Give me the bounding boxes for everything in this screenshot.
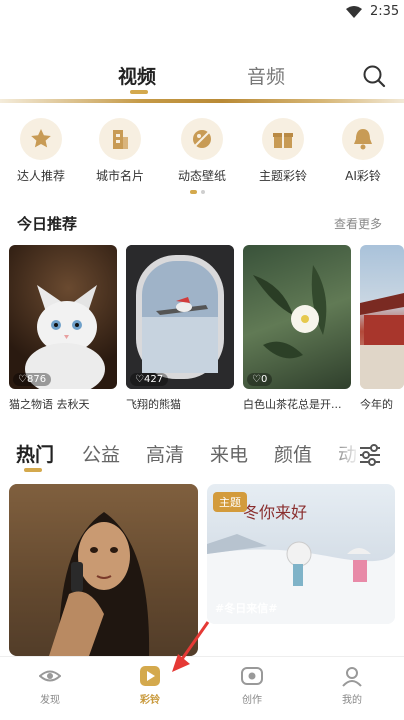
feed-card[interactable]: 冬你来好 主题 #冬日来信# xyxy=(207,484,395,624)
rec-thumbnail: ♡876 xyxy=(9,245,117,389)
like-value: 876 xyxy=(26,374,47,385)
nav-create[interactable]: 创作 xyxy=(222,665,282,706)
like-value: 0 xyxy=(260,374,268,385)
palace-image xyxy=(360,293,404,389)
kitten-image xyxy=(25,285,105,389)
nav-ringtone[interactable]: 彩铃 xyxy=(120,665,180,706)
tab-video[interactable]: 视频 xyxy=(118,62,156,89)
rec-card[interactable]: ♡876 猫之物语 去秋天 xyxy=(9,245,117,412)
category-row: 达人推荐 城市名片 动态壁纸 主题彩铃 AI彩铃 xyxy=(0,118,404,186)
search-icon[interactable] xyxy=(362,64,386,88)
nav-label: 发现 xyxy=(40,695,60,706)
nav-discover[interactable]: 发现 xyxy=(20,665,80,706)
nav-label: 彩铃 xyxy=(140,695,160,706)
category-label: 动态壁纸 xyxy=(177,169,226,183)
wifi-icon xyxy=(346,6,362,18)
tab-hd[interactable]: 高清 xyxy=(146,440,184,467)
category-city[interactable]: 城市名片 xyxy=(81,118,159,184)
like-value: 427 xyxy=(143,374,164,385)
feed-card[interactable] xyxy=(9,484,198,656)
rec-card[interactable]: ♡0 白色山茶花总是开... xyxy=(243,245,351,412)
bell-icon xyxy=(342,118,384,160)
category-label: 达人推荐 xyxy=(16,169,65,183)
nav-profile[interactable]: 我的 xyxy=(322,665,382,706)
camera-icon xyxy=(241,667,263,685)
page-indicator xyxy=(190,190,220,196)
camellia-image xyxy=(253,265,327,359)
theme-badge: 主题 xyxy=(213,492,247,512)
tab-hot[interactable]: 热门 xyxy=(16,440,54,467)
eye-icon xyxy=(39,670,61,682)
rec-thumbnail: ♡427 xyxy=(126,245,234,389)
rec-caption: 今年的 xyxy=(360,398,393,411)
bottom-nav: 发现 彩铃 创作 我的 xyxy=(0,656,404,720)
rec-caption: 猫之物语 去秋天 xyxy=(9,398,90,411)
rec-thumbnail: ♡0 xyxy=(243,245,351,389)
filter-sliders-icon[interactable] xyxy=(357,442,383,468)
active-tab-indicator xyxy=(130,90,148,94)
rec-caption: 白色山茶花总是开... xyxy=(243,398,342,411)
building-icon xyxy=(99,118,141,160)
nav-label: 创作 xyxy=(242,695,262,706)
wallpaper-icon xyxy=(181,118,223,160)
profile-icon xyxy=(342,667,362,687)
play-icon xyxy=(140,666,160,686)
category-talent[interactable]: 达人推荐 xyxy=(2,118,80,184)
tab-charity[interactable]: 公益 xyxy=(82,440,120,467)
tabs-fade xyxy=(330,438,360,472)
card-art-text: 冬你来好 xyxy=(243,503,307,522)
category-theme[interactable]: 主题彩铃 xyxy=(244,118,322,184)
content-tabs: 热门 公益 高清 来电 颜值 动 xyxy=(0,438,404,478)
status-bar: 2:35 xyxy=(0,0,404,24)
header-divider xyxy=(0,99,404,103)
portrait-image xyxy=(9,484,198,656)
tab-looks[interactable]: 颜值 xyxy=(274,440,312,467)
tab-incoming-call[interactable]: 来电 xyxy=(210,440,248,467)
like-count: ♡876 xyxy=(13,373,52,386)
star-badge-icon xyxy=(20,118,62,160)
like-count: ♡0 xyxy=(247,373,273,386)
see-more-link[interactable]: 查看更多 xyxy=(334,215,382,232)
nav-label: 我的 xyxy=(342,695,362,706)
rec-thumbnail xyxy=(360,245,404,389)
status-time: 2:35 xyxy=(370,4,400,19)
top-nav: 视频 音频 xyxy=(0,56,404,104)
category-wallpaper[interactable]: 动态壁纸 xyxy=(163,118,241,184)
rec-card[interactable]: 今年的 xyxy=(360,245,404,412)
category-label: 主题彩铃 xyxy=(258,169,307,183)
category-label: 城市名片 xyxy=(95,169,144,183)
category-ai[interactable]: AI彩铃 xyxy=(324,118,402,184)
active-tab-indicator xyxy=(24,468,42,472)
section-title: 今日推荐 xyxy=(17,215,78,233)
airplane-window-image xyxy=(126,245,234,389)
category-label: AI彩铃 xyxy=(345,169,381,183)
gift-icon xyxy=(262,118,304,160)
page-dot-active xyxy=(190,190,197,194)
card-hashtag: #冬日来信# xyxy=(215,602,278,615)
tab-audio[interactable]: 音频 xyxy=(247,62,285,89)
page-dot xyxy=(201,190,205,194)
rec-card[interactable]: ♡427 飞翔的熊猫 xyxy=(126,245,234,412)
rec-caption: 飞翔的熊猫 xyxy=(126,398,181,411)
like-count: ♡427 xyxy=(130,373,169,386)
